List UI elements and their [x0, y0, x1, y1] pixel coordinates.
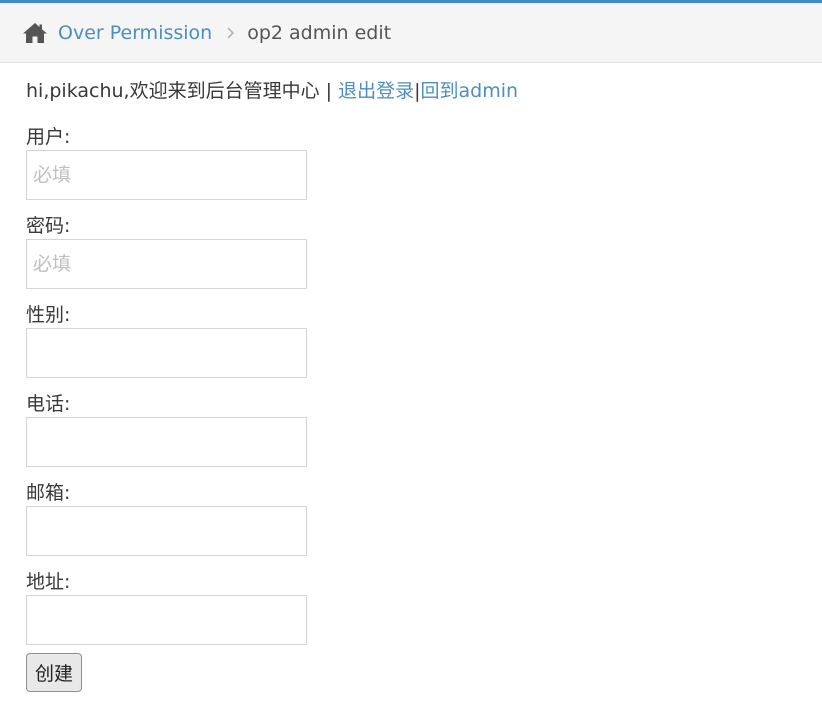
username-label: 用户: [26, 126, 71, 148]
password-label: 密码: [26, 215, 71, 237]
home-icon[interactable] [22, 21, 48, 45]
breadcrumb-link-over-permission[interactable]: Over Permission [58, 22, 212, 44]
username-input[interactable] [26, 150, 307, 200]
back-to-admin-link[interactable]: 回到admin [421, 80, 519, 102]
password-input[interactable] [26, 239, 307, 289]
email-label: 邮箱: [26, 482, 71, 504]
phone-label: 电话: [26, 393, 71, 415]
gender-label: 性别: [26, 304, 71, 326]
address-label: 地址: [26, 571, 71, 593]
greeting-text: hi,pikachu,欢迎来到后台管理中心 | [26, 80, 339, 102]
address-input[interactable] [26, 595, 307, 645]
create-button[interactable]: 创建 [26, 653, 83, 692]
chevron-right-icon [226, 26, 235, 40]
greeting-line: hi,pikachu,欢迎来到后台管理中心 | 退出登录|回到admin [26, 76, 806, 106]
phone-input[interactable] [26, 417, 307, 467]
email-input[interactable] [26, 506, 307, 556]
breadcrumb-current: op2 admin edit [247, 21, 392, 44]
breadcrumb: Over Permission op2 admin edit [0, 3, 822, 63]
logout-link[interactable]: 退出登录 [338, 80, 414, 102]
gender-input[interactable] [26, 328, 307, 378]
main-content: hi,pikachu,欢迎来到后台管理中心 | 退出登录|回到admin 用户:… [26, 76, 806, 692]
edit-user-form: 用户: 密码: 性别: 电话: 邮箱: 地址: 创建 [26, 124, 806, 692]
